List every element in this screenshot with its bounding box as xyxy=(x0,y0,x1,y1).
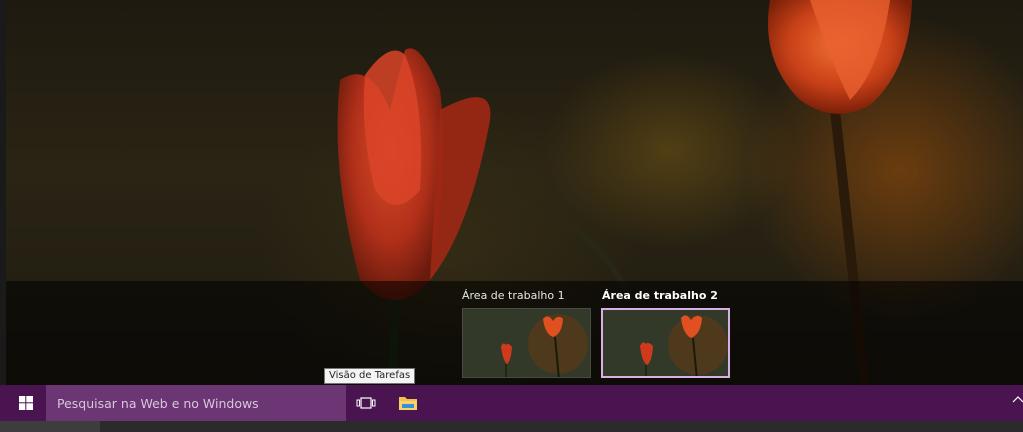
bottom-strip xyxy=(0,421,1023,432)
task-view-icon xyxy=(356,397,376,409)
windows-logo-icon xyxy=(19,396,33,410)
task-view-button[interactable] xyxy=(346,385,386,421)
show-hidden-icons-button[interactable] xyxy=(1011,392,1023,408)
desktop-1-label: Área de trabalho 1 xyxy=(462,289,565,302)
search-placeholder: Pesquisar na Web e no Windows xyxy=(57,395,259,411)
file-explorer-button[interactable] xyxy=(390,385,426,421)
desktop-1-preview xyxy=(463,309,590,377)
task-view-tooltip: Visão de Tarefas xyxy=(324,368,416,384)
desktop-1-thumbnail[interactable] xyxy=(462,308,591,378)
search-box[interactable]: Pesquisar na Web e no Windows xyxy=(46,385,346,421)
file-explorer-icon xyxy=(399,397,417,410)
chevron-up-icon xyxy=(1012,396,1023,403)
bottom-strip-segment xyxy=(0,421,100,432)
desktop-2-label: Área de trabalho 2 xyxy=(602,289,718,302)
desktop-2-preview xyxy=(603,310,728,376)
desktop-2-thumbnail[interactable] xyxy=(601,308,730,378)
start-button[interactable] xyxy=(6,385,46,421)
